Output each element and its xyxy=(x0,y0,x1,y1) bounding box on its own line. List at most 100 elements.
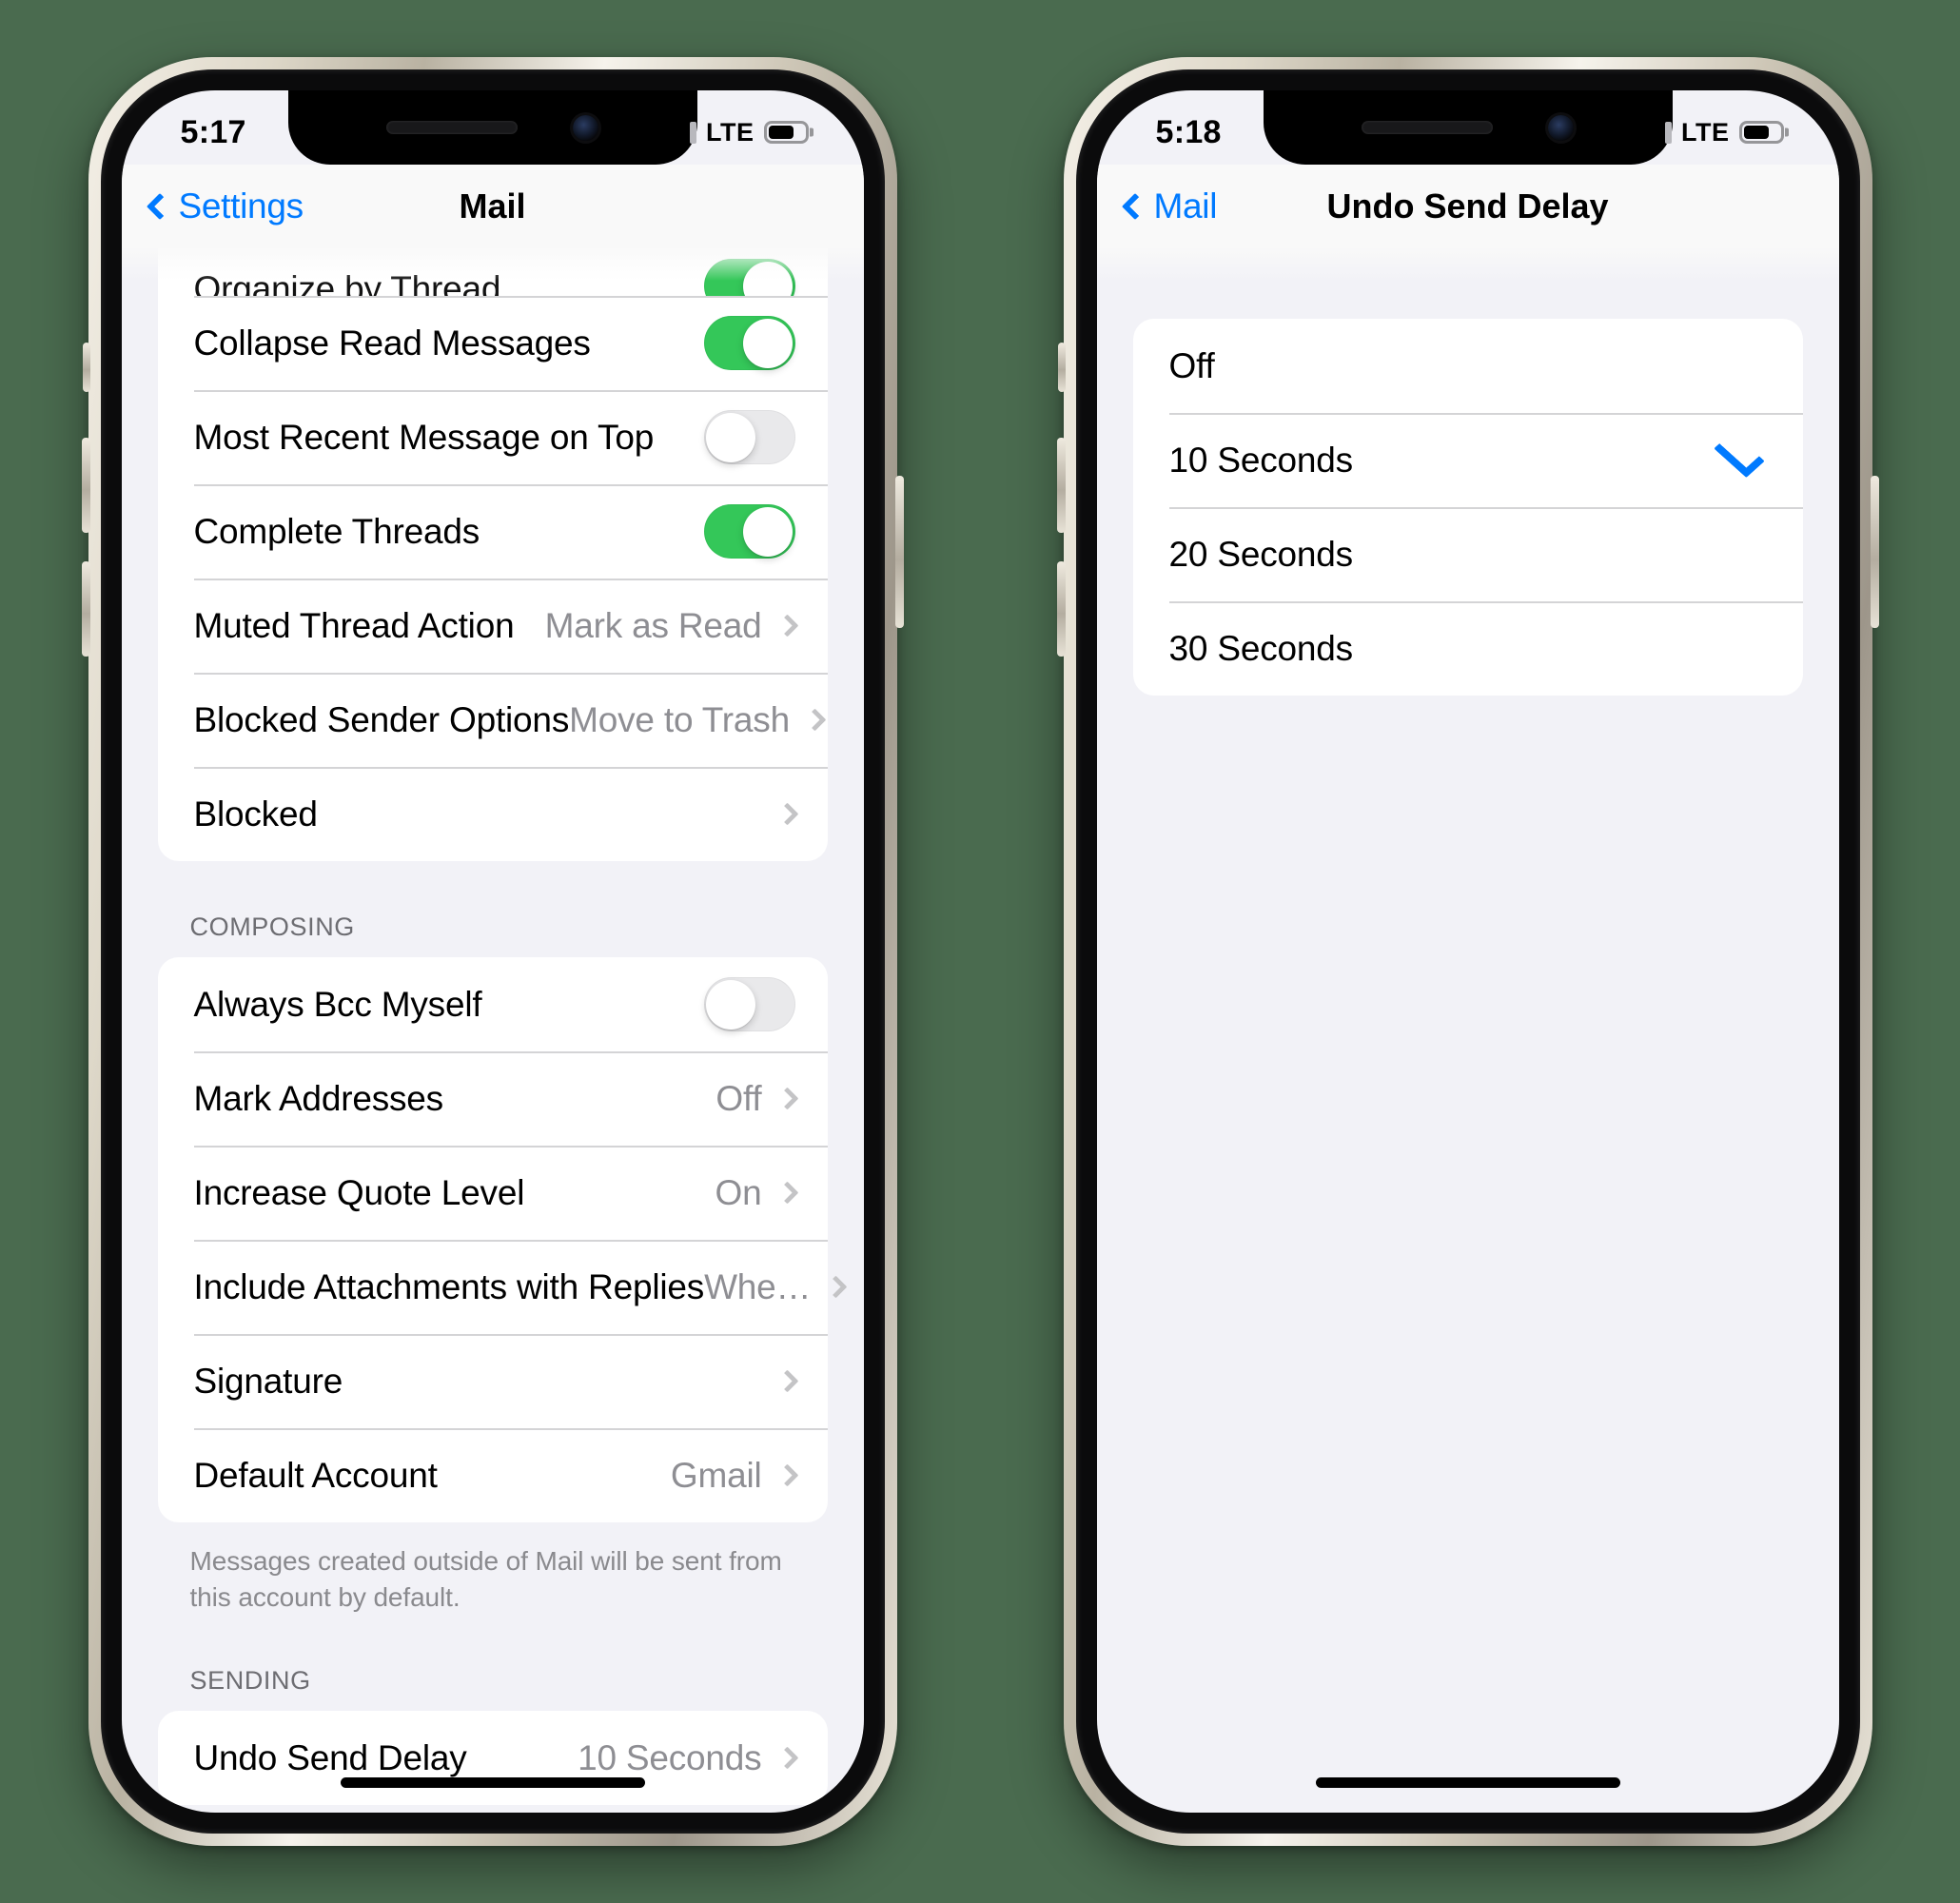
row-value: Off xyxy=(715,1078,762,1118)
chevron-right-icon xyxy=(774,1087,799,1110)
option-row-20-seconds[interactable]: 20 Seconds xyxy=(1133,507,1803,601)
settings-scroll-area-right[interactable]: Off 10 Seconds 20 Seconds 30 Seconds xyxy=(1097,248,1839,1813)
group-composing: Always Bcc Myself Mark Addresses Off Inc… xyxy=(157,957,848,1522)
row-muted-thread-action[interactable]: Muted Thread Action Mark as Read xyxy=(158,579,828,673)
iphone-device-left: 5:17 LTE Settings Mail Organize by Threa… xyxy=(81,57,904,1846)
row-label: Always Bcc Myself xyxy=(193,984,482,1024)
row-default-account[interactable]: Default Account Gmail xyxy=(158,1428,828,1522)
row-accessory: Whe… xyxy=(704,1267,848,1307)
group-undo-send-delay-options: Off 10 Seconds 20 Seconds 30 Seconds xyxy=(1132,319,1803,696)
chevron-right-icon xyxy=(774,1463,799,1487)
back-button-label: Settings xyxy=(178,186,304,226)
nav-bar-right: Mail Undo Send Delay xyxy=(1096,165,1839,281)
toggle-organize-by-thread[interactable] xyxy=(703,259,795,296)
status-time: 5:18 xyxy=(1155,113,1222,150)
row-accessory xyxy=(774,1369,799,1393)
row-label: Complete Threads xyxy=(193,511,480,551)
status-time: 5:17 xyxy=(180,113,246,150)
row-accessory xyxy=(703,977,795,1031)
row-organize-by-thread[interactable]: Organize by Thread xyxy=(158,248,828,296)
row-most-recent-message-on-top[interactable]: Most Recent Message on Top xyxy=(158,390,828,484)
row-collapse-read-messages[interactable]: Collapse Read Messages xyxy=(158,296,828,390)
status-indicators: LTE xyxy=(1634,118,1784,147)
volume-down-button[interactable] xyxy=(81,561,90,657)
chevron-left-icon xyxy=(146,192,173,221)
volume-down-button[interactable] xyxy=(1056,561,1066,657)
row-always-bcc-myself[interactable]: Always Bcc Myself xyxy=(158,957,828,1051)
signal-bars-icon xyxy=(1634,121,1672,144)
row-label: Include Attachments with Replies xyxy=(193,1266,705,1306)
row-accessory: On xyxy=(715,1172,799,1213)
option-row-off[interactable]: Off xyxy=(1133,319,1803,413)
screen-right: 5:18 LTE Mail Undo Send Delay Off 10 Sec… xyxy=(1096,90,1839,1813)
home-indicator-right[interactable] xyxy=(1315,1777,1620,1788)
screenshot-canvas: 5:17 LTE Settings Mail Organize by Threa… xyxy=(0,0,1960,1903)
section-header-composing: COMPOSING xyxy=(189,912,355,941)
row-label: Increase Quote Level xyxy=(193,1172,525,1212)
chevron-right-icon xyxy=(774,1369,799,1393)
row-complete-threads[interactable]: Complete Threads xyxy=(158,484,828,579)
row-undo-send-delay[interactable]: Undo Send Delay 10 Seconds xyxy=(158,1711,828,1805)
row-accessory xyxy=(1713,431,1771,479)
silence-switch[interactable] xyxy=(82,343,90,392)
row-include-attachments-with-replies[interactable]: Include Attachments with Replies Whe… xyxy=(158,1240,848,1334)
back-button-mail[interactable]: Mail xyxy=(1121,186,1217,226)
settings-scroll-area-left[interactable]: Organize by Thread Collapse Read Message… xyxy=(122,248,864,1813)
row-label: 30 Seconds xyxy=(1168,628,1354,668)
option-row-30-seconds[interactable]: 30 Seconds xyxy=(1133,601,1803,696)
row-value: Mark as Read xyxy=(544,605,762,645)
signal-bars-icon xyxy=(658,121,696,144)
row-mark-addresses[interactable]: Mark Addresses Off xyxy=(158,1051,828,1146)
row-accessory: Move to Trash xyxy=(569,699,827,740)
row-label: Muted Thread Action xyxy=(193,605,515,645)
row-accessory xyxy=(774,802,799,826)
toggle-complete-threads[interactable] xyxy=(703,504,795,559)
row-label: Undo Send Delay xyxy=(193,1737,467,1777)
screen-left: 5:17 LTE Settings Mail Organize by Threa… xyxy=(121,90,864,1813)
silence-switch[interactable] xyxy=(1057,343,1066,392)
carrier-label: LTE xyxy=(1681,117,1730,147)
status-bar-left: 5:17 LTE xyxy=(122,90,864,165)
row-value: On xyxy=(715,1172,762,1212)
power-button[interactable] xyxy=(894,476,904,628)
row-blocked[interactable]: Blocked xyxy=(158,767,828,861)
carrier-label: LTE xyxy=(706,117,755,147)
chevron-right-icon xyxy=(774,1746,799,1770)
checkmark-icon xyxy=(1713,431,1765,478)
section-header-sending: SENDING xyxy=(189,1666,311,1696)
row-accessory: Mark as Read xyxy=(544,605,799,646)
toggle-most-recent-message-on-top[interactable] xyxy=(703,410,795,464)
row-value: Gmail xyxy=(670,1455,762,1495)
nav-bar-left: Settings Mail xyxy=(121,165,864,281)
row-label: 20 Seconds xyxy=(1168,534,1354,574)
row-accessory: Gmail xyxy=(670,1455,799,1496)
row-value: Move to Trash xyxy=(569,699,790,739)
volume-up-button[interactable] xyxy=(1056,438,1066,533)
row-increase-quote-level[interactable]: Increase Quote Level On xyxy=(158,1146,828,1240)
row-label: Most Recent Message on Top xyxy=(193,417,655,457)
chevron-right-icon xyxy=(803,708,827,732)
chevron-left-icon xyxy=(1121,192,1148,221)
row-blocked-sender-options[interactable]: Blocked Sender Options Move to Trash xyxy=(158,673,828,767)
chevron-right-icon xyxy=(774,1181,799,1205)
chevron-right-icon xyxy=(774,802,799,826)
power-button[interactable] xyxy=(1870,476,1879,628)
row-signature[interactable]: Signature xyxy=(158,1334,828,1428)
back-button-settings[interactable]: Settings xyxy=(146,186,304,226)
device-bezel-left: 5:17 LTE Settings Mail Organize by Threa… xyxy=(100,69,885,1834)
home-indicator-left[interactable] xyxy=(340,1777,645,1788)
volume-up-button[interactable] xyxy=(81,438,90,533)
composing-footnote: Messages created outside of Mail will be… xyxy=(189,1546,782,1612)
row-accessory xyxy=(703,259,795,296)
group-sending: Undo Send Delay 10 Seconds xyxy=(157,1711,828,1806)
status-bar-right: 5:18 LTE xyxy=(1097,90,1839,165)
toggle-always-bcc-myself[interactable] xyxy=(703,977,795,1031)
row-label: Default Account xyxy=(193,1455,438,1495)
battery-icon xyxy=(763,121,809,144)
iphone-device-right: 5:18 LTE Mail Undo Send Delay Off 10 Sec… xyxy=(1056,57,1879,1846)
option-row-10-seconds[interactable]: 10 Seconds xyxy=(1133,413,1803,507)
toggle-collapse-read-messages[interactable] xyxy=(703,316,795,370)
chevron-right-icon xyxy=(774,614,799,638)
row-label: Blocked xyxy=(193,794,318,834)
row-value: 10 Seconds xyxy=(578,1737,762,1777)
